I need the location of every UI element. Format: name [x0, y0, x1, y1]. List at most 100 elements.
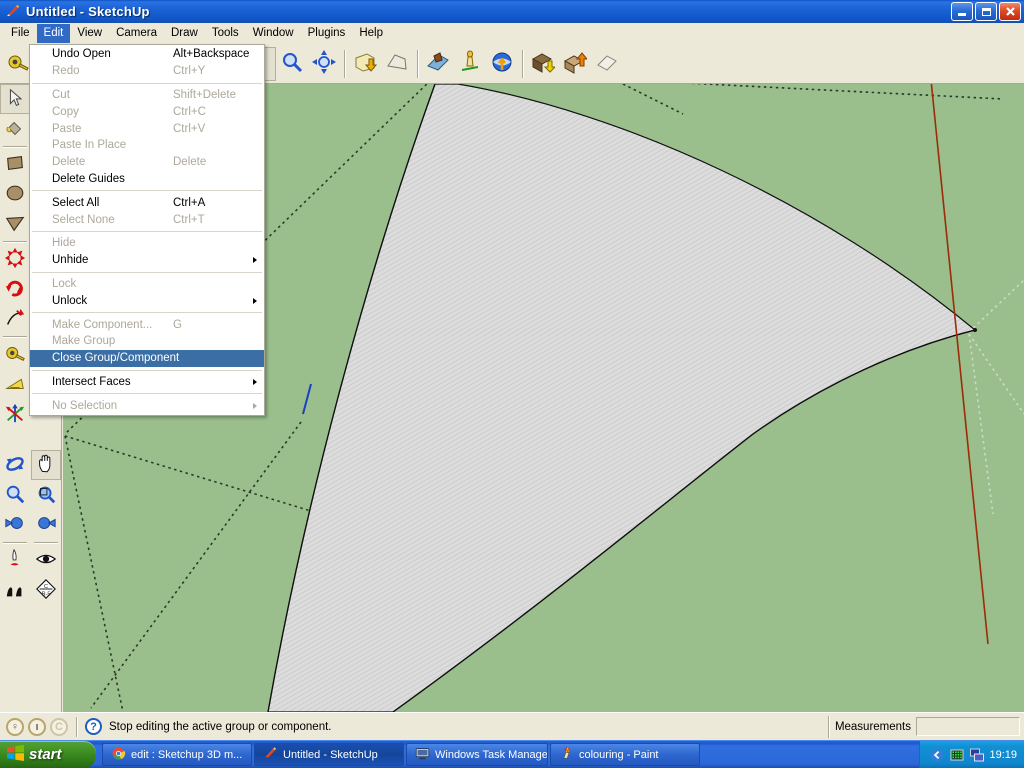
edit-menu-item-delete: Delete Delete: [30, 154, 264, 171]
photo-textures-tool-button[interactable]: [422, 47, 454, 81]
menu-separator: [32, 230, 262, 232]
sidebar-look-around-tool-button[interactable]: [31, 545, 61, 575]
system-clock[interactable]: 19:19: [989, 749, 1017, 761]
sidebar-protractor-tool-button[interactable]: [0, 369, 30, 399]
menu-item-label: Copy: [52, 105, 79, 118]
apex-vertex: [973, 328, 977, 332]
menu-item-edit[interactable]: Edit: [36, 24, 71, 43]
upload-model-icon: [563, 50, 589, 77]
sidebar-separator: [3, 336, 27, 337]
menu-separator: [32, 393, 262, 395]
taskbar-button-1[interactable]: Untitled - SketchUp: [254, 743, 404, 766]
minimize-button[interactable]: [951, 2, 973, 21]
sidebar-rotate-tool-button[interactable]: [0, 274, 30, 304]
upload-model-tool-button[interactable]: [559, 47, 591, 81]
geo-location-icon[interactable]: ♀: [6, 717, 24, 736]
sidebar-follow-me-tool-button[interactable]: [0, 304, 30, 334]
share-component-tool-button[interactable]: [591, 47, 623, 81]
sidebar-tape-measure-tool-button[interactable]: [0, 339, 30, 369]
share-model-tool-button[interactable]: [486, 47, 518, 81]
window-controls: [951, 2, 1021, 21]
sidebar-previous-view-tool-button[interactable]: [0, 510, 30, 540]
sidebar-orbit-tool-button[interactable]: [0, 450, 30, 480]
add-location-tool-button[interactable]: [349, 47, 381, 81]
display-icon[interactable]: [969, 748, 984, 763]
menu-item-plugins[interactable]: Plugins: [301, 24, 353, 43]
measurements-input[interactable]: [916, 717, 1020, 736]
sketchup-icon: [263, 746, 278, 764]
sidebar-position-camera-tool-button[interactable]: [0, 545, 30, 575]
sidebar-zoom-window-tool-button[interactable]: [31, 480, 61, 510]
edit-menu-item-unhide[interactable]: Unhide: [30, 252, 264, 269]
taskbar-button-label: edit : Sketchup 3D m...: [131, 748, 243, 761]
edit-menu-item-intersect-faces[interactable]: Intersect Faces: [30, 374, 264, 391]
close-button[interactable]: [999, 2, 1021, 21]
toolbar-separator: [417, 49, 418, 78]
taskbar-buttons: edit : Sketchup 3D m... Untitled - Sketch…: [102, 743, 700, 766]
sidebar-next-view-tool-button[interactable]: [31, 510, 61, 540]
edit-menu-item-close-group-component[interactable]: Close Group/Component: [30, 349, 264, 367]
menu-item-label: Delete Guides: [52, 172, 125, 185]
start-button[interactable]: start: [0, 741, 96, 768]
taskmanager-icon: [415, 746, 430, 764]
add-person-icon: [458, 50, 482, 77]
edit-menu-item-unlock[interactable]: Unlock: [30, 292, 264, 309]
sidebar-select-tool-button[interactable]: [0, 84, 30, 114]
zoom-extents-tool-button[interactable]: [308, 47, 340, 81]
menu-item-window[interactable]: Window: [246, 24, 301, 43]
taskbar-button-0[interactable]: edit : Sketchup 3D m...: [102, 743, 252, 766]
zoom-window-icon: [35, 483, 57, 508]
taskbar-button-label: colouring - Paint: [579, 748, 659, 761]
windows-taskbar: start edit : Sketchup 3D m... Untitled - …: [0, 740, 1024, 768]
menu-item-draw[interactable]: Draw: [164, 24, 205, 43]
get-models-tool-button[interactable]: [527, 47, 559, 81]
sidebar-separator: [3, 146, 27, 147]
edit-menu-item-delete-guides[interactable]: Delete Guides: [30, 171, 264, 188]
menu-item-camera[interactable]: Camera: [109, 24, 164, 43]
menu-item-label: Make Component...: [52, 318, 153, 331]
walk-icon: [4, 578, 26, 603]
geo-status-icons: ♀ ı C: [0, 717, 68, 736]
menu-item-tools[interactable]: Tools: [205, 24, 246, 43]
menu-item-view[interactable]: View: [70, 24, 109, 43]
menu-item-help[interactable]: Help: [352, 24, 390, 43]
help-question-icon[interactable]: ?: [85, 718, 102, 735]
sidebar-polygon-tool-button[interactable]: [0, 209, 30, 239]
sidebar-paint-bucket-tool-button[interactable]: [0, 114, 30, 144]
sidebar-circle-tool-button[interactable]: [0, 179, 30, 209]
sidebar-rectangle-tool-button[interactable]: [0, 149, 30, 179]
chevron-left-icon[interactable]: [929, 748, 944, 763]
edit-menu-item-select-all[interactable]: Select All Ctrl+A: [30, 194, 264, 211]
network-icon[interactable]: [949, 748, 964, 763]
sidebar-section-plane-tool-button[interactable]: C R-5: [31, 575, 61, 605]
toolbar-group-5: [527, 46, 623, 82]
shadow-person-icon[interactable]: ı: [28, 717, 46, 736]
edit-menu-item-undo-open[interactable]: Undo Open Alt+Backspace: [30, 46, 264, 63]
position-camera-icon: [4, 548, 26, 573]
axes-icon: [4, 402, 26, 427]
toolbar-separator: [522, 49, 523, 78]
menu-item-label: Hide: [52, 237, 76, 250]
maximize-button[interactable]: [975, 2, 997, 21]
zoom-extents-icon: [312, 50, 336, 77]
sidebar-axes-tool-button[interactable]: [0, 399, 30, 429]
toolbar-group-4: [422, 46, 518, 82]
sidebar-pan-tool-button[interactable]: [31, 450, 61, 480]
add-person-tool-button[interactable]: [454, 47, 486, 81]
edit-dropdown-menu[interactable]: Undo Open Alt+Backspace Redo Ctrl+Y Cut Shift…: [29, 44, 265, 417]
zoom-tool-button[interactable]: [276, 47, 308, 81]
far-guide-lines: [968, 279, 1024, 515]
sidebar-walk-tool-button[interactable]: [0, 575, 30, 605]
menu-item-label: No Selection: [52, 399, 118, 412]
protractor-icon: [4, 372, 26, 397]
sidebar-move-tool-button[interactable]: [0, 244, 30, 274]
chrome-icon: [111, 746, 126, 764]
sidebar-zoom-tool-button[interactable]: [0, 480, 30, 510]
taskbar-button-3[interactable]: colouring - Paint: [550, 743, 700, 766]
credits-icon[interactable]: C: [50, 717, 68, 736]
menu-item-file[interactable]: File: [4, 24, 37, 43]
taskbar-button-2[interactable]: Windows Task Manager: [406, 743, 548, 766]
taskbar-button-label: Untitled - SketchUp: [283, 748, 378, 761]
status-message: Stop editing the active group or compone…: [109, 720, 332, 733]
toggle-terrain-tool-button[interactable]: [381, 47, 413, 81]
